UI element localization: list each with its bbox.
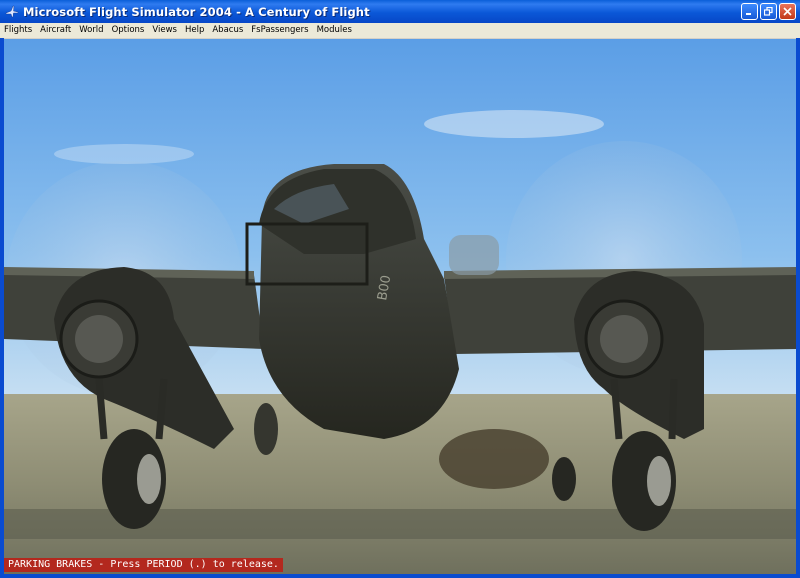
window-title: Microsoft Flight Simulator 2004 - A Cent… xyxy=(23,4,370,19)
app-window: Microsoft Flight Simulator 2004 - A Cent… xyxy=(0,0,800,578)
menu-bar: Flights Aircraft World Options Views Hel… xyxy=(0,23,800,39)
menu-abacus[interactable]: Abacus xyxy=(208,23,247,38)
menu-fspassengers[interactable]: FsPassengers xyxy=(247,23,312,38)
menu-world[interactable]: World xyxy=(75,23,107,38)
upper-turret xyxy=(449,235,499,275)
window-controls xyxy=(741,3,796,20)
menu-help[interactable]: Help xyxy=(181,23,208,38)
ventral-fairing xyxy=(254,403,278,455)
restore-button[interactable] xyxy=(760,3,777,20)
minimize-icon xyxy=(746,13,751,15)
left-engine-grille xyxy=(75,315,123,363)
right-engine-grille xyxy=(600,315,648,363)
close-icon xyxy=(783,7,792,16)
bomb-bay xyxy=(439,429,549,489)
left-wheel-hub xyxy=(137,454,161,504)
airplane-icon xyxy=(5,5,19,17)
tail-wheel xyxy=(552,457,576,501)
title-bar[interactable]: Microsoft Flight Simulator 2004 - A Cent… xyxy=(0,0,800,23)
right-wheel-hub xyxy=(647,456,671,506)
simulator-viewport[interactable]: B00 xyxy=(4,39,796,574)
cloud xyxy=(424,110,604,138)
menu-modules[interactable]: Modules xyxy=(313,23,356,38)
window-frame-bottom xyxy=(0,574,800,578)
menu-options[interactable]: Options xyxy=(108,23,149,38)
window-frame-right xyxy=(796,38,800,578)
minimize-button[interactable] xyxy=(741,3,758,20)
scene-view: B00 xyxy=(4,39,796,574)
menu-views[interactable]: Views xyxy=(148,23,181,38)
menu-aircraft[interactable]: Aircraft xyxy=(36,23,75,38)
menu-flights[interactable]: Flights xyxy=(0,23,36,38)
status-message: PARKING BRAKES - Press PERIOD (.) to rel… xyxy=(4,558,283,572)
close-button[interactable] xyxy=(779,3,796,20)
restore-icon xyxy=(764,7,773,16)
